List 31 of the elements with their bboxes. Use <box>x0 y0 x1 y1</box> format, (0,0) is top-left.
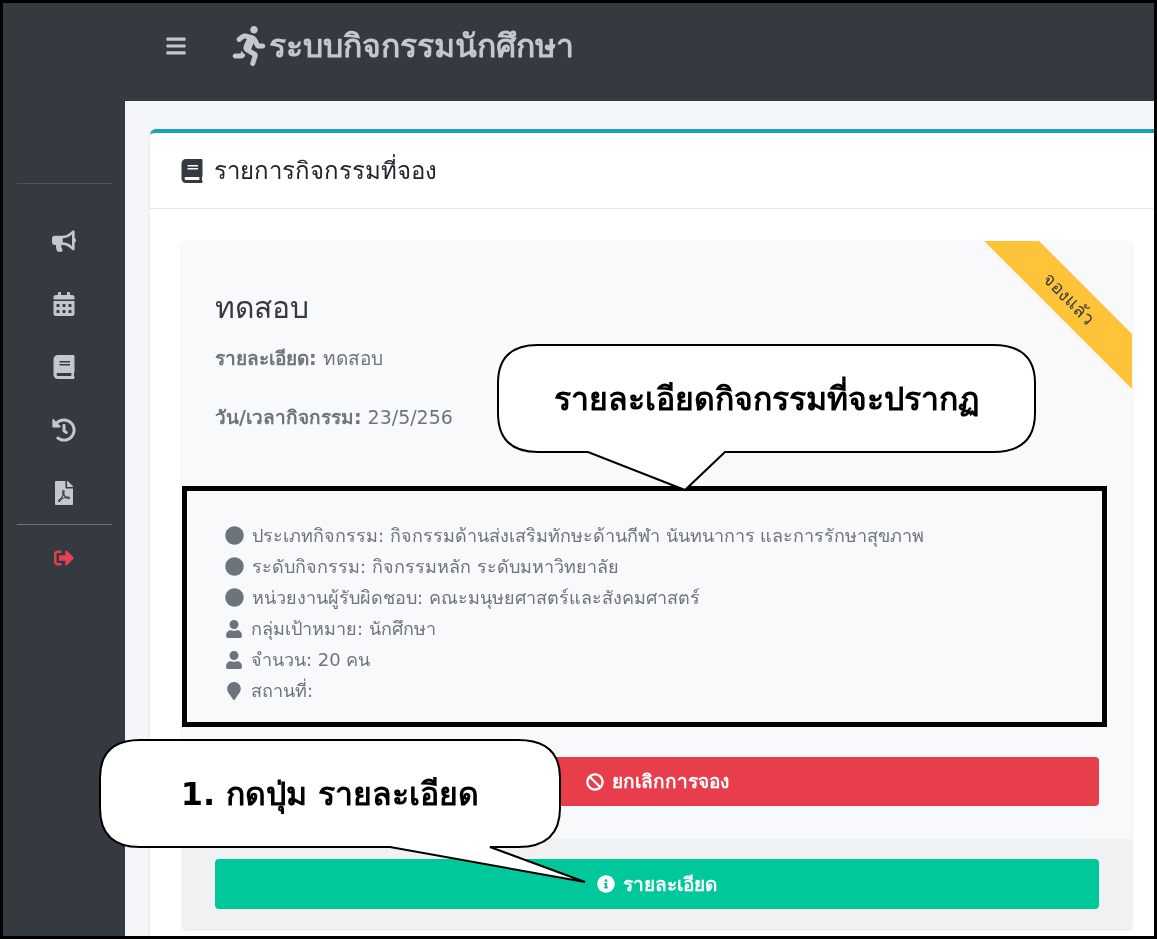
field-label: วัน/เวลากิจกรรม: <box>215 404 362 430</box>
detail-text: จำนวน: 20 คน <box>251 648 371 672</box>
map-pin-icon <box>225 681 243 700</box>
info-icon <box>597 875 615 893</box>
ban-icon <box>585 772 604 791</box>
detail-text: หน่วยงานผู้รับผิดชอบ: คณะมนุษยศาสตร์และสังคมศาสตร์ <box>252 586 700 611</box>
calendar-icon[interactable] <box>52 292 76 316</box>
book-icon[interactable] <box>52 355 76 379</box>
field-value: 23/5/256 <box>367 404 453 430</box>
circle-icon <box>225 526 244 545</box>
field-label: รายละเอียด: <box>215 346 317 371</box>
pdf-file-icon[interactable] <box>52 481 76 505</box>
activity-title: ทดสอบ <box>215 289 309 327</box>
app-title: ระบบกิจกรรมนักศึกษา <box>269 26 574 67</box>
detail-text: กลุ่มเป้าหมาย: นักศึกษา <box>251 617 436 642</box>
circle-icon <box>225 588 244 607</box>
logout-icon[interactable] <box>54 548 74 568</box>
history-icon[interactable] <box>52 418 76 442</box>
panel-title: รายการกิจกรรมที่จอง <box>214 153 437 187</box>
menu-icon[interactable] <box>165 35 187 57</box>
megaphone-icon[interactable] <box>52 229 76 253</box>
detail-text: สถานที่: <box>251 677 314 703</box>
field-value: ทดสอบ <box>322 346 383 371</box>
circle-icon <box>225 557 244 576</box>
details-button[interactable]: รายละเอียด <box>215 859 1099 909</box>
user-icon <box>225 619 243 638</box>
callout-text: รายละเอียดกิจกรรมที่จะปรากฏ <box>554 374 979 423</box>
detail-text: ระดับกิจกรรม: กิจกรรมหลัก ระดับมหาวิทยาลัย <box>252 555 619 579</box>
user-icon <box>225 650 243 669</box>
book-icon <box>180 158 204 183</box>
detail-text: ประเภทกิจกรรม: กิจกรรมด้านส่งเสริมทักษะด้านกีฬา นันทนาการ และการรักษาสุขภาพ <box>252 524 925 549</box>
